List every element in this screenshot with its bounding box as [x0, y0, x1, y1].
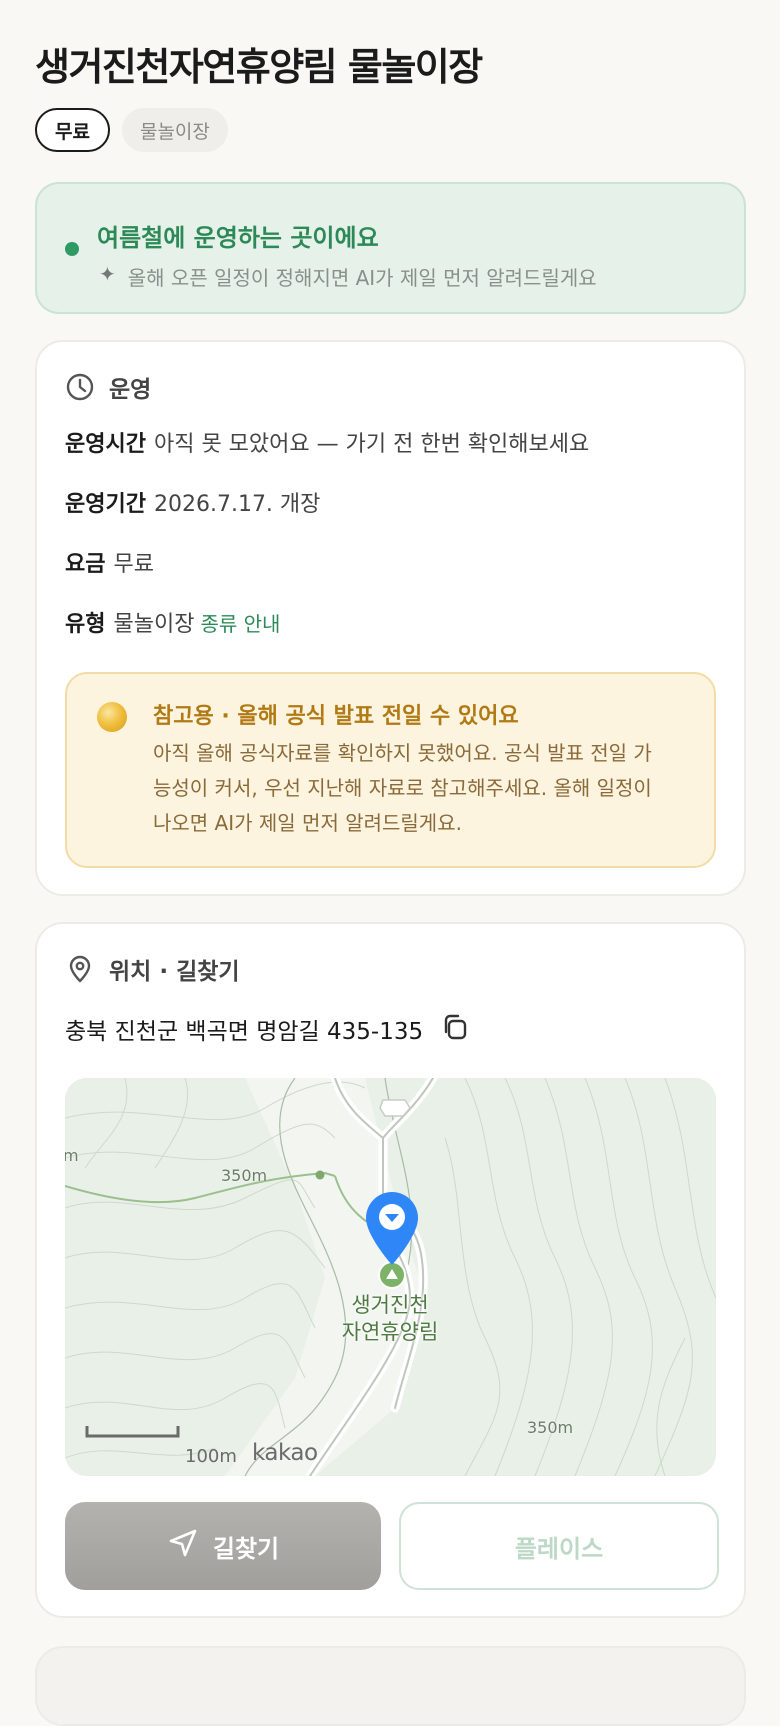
info-row-type: 유형 물놀이장 종류 안내	[65, 606, 280, 638]
map-edge-label: m	[65, 1146, 79, 1165]
operation-header: 운영	[65, 370, 151, 404]
reference-notice-body: 아직 올해 공식자료를 확인하지 못했어요. 공식 발표 전일 가능성이 커서,…	[153, 741, 652, 835]
location-header: 위치 · 길찾기	[65, 952, 240, 986]
type-guide-link[interactable]: 종류 안내	[200, 612, 280, 636]
info-key: 운영시간	[65, 432, 146, 457]
sparkle-icon: ✦	[99, 262, 116, 286]
info-row-period: 운영기간 2026.7.17. 개장	[65, 486, 320, 518]
info-row-hours: 운영시간 아직 못 모았어요 — 가기 전 한번 확인해보세요	[65, 426, 589, 458]
info-row-fee: 요금 무료	[65, 546, 154, 578]
season-notice: 여름철에 운영하는 곳이에요 ✦ 올해 오픈 일정이 정해지면 AI가 제일 먼…	[35, 182, 746, 314]
info-value: 아직 못 모았어요 — 가기 전 한번 확인해보세요	[153, 432, 590, 457]
reference-notice: 참고용 · 올해 공식 발표 전일 수 있어요 아직 올해 공식자료를 확인하지…	[65, 672, 716, 868]
map-elevation-label: 350m	[221, 1166, 268, 1185]
map-scale-label: 100m	[185, 1446, 237, 1467]
address-row: 충북 진천군 백곡면 명암길 435-135	[65, 1012, 469, 1046]
navigate-button-label: 길찾기	[212, 1534, 280, 1563]
season-notice-subtitle: 올해 오픈 일정이 정해지면 AI가 제일 먼저 알려드릴게요	[127, 266, 597, 290]
season-notice-subtitle-row: ✦ 올해 오픈 일정이 정해지면 AI가 제일 먼저 알려드릴게요	[99, 262, 597, 291]
location-card: 위치 · 길찾기 충북 진천군 백곡면 명암길 435-135 m 350m 3…	[35, 922, 746, 1618]
operation-card: 운영 운영시간 아직 못 모았어요 — 가기 전 한번 확인해보세요 운영기간 20…	[35, 340, 746, 896]
info-key: 요금	[65, 552, 106, 577]
place-button[interactable]: 플레이스	[399, 1502, 719, 1590]
address-text[interactable]: 충북 진천군 백곡면 명암길 435-135	[65, 1012, 423, 1046]
place-button-label: 플레이스	[514, 1534, 604, 1563]
map-brand-logo: kakao	[252, 1440, 318, 1466]
map-terrain	[65, 1078, 716, 1476]
map-view[interactable]: m 350m 350m 생거진천 자연휴양림 100m kakao	[65, 1078, 716, 1476]
price-tag[interactable]: 무료	[35, 108, 110, 152]
tag-list: 무료 물놀이장	[35, 108, 228, 152]
info-key: 운영기간	[65, 492, 146, 517]
info-key: 유형	[65, 612, 106, 637]
location-heading: 위치 · 길찾기	[109, 959, 240, 985]
sun-icon	[97, 702, 127, 732]
operation-heading: 운영	[109, 377, 152, 403]
map-place-label[interactable]: 생거진천 자연휴양림	[325, 1292, 455, 1346]
next-card-peek	[35, 1646, 746, 1726]
navigate-button[interactable]: 길찾기	[65, 1502, 381, 1590]
type-tag[interactable]: 물놀이장	[121, 108, 228, 152]
map-elevation-label: 350m	[527, 1418, 574, 1437]
status-dot	[65, 242, 79, 256]
clock-icon	[65, 372, 95, 402]
info-value: 2026.7.17. 개장	[153, 492, 321, 517]
season-notice-title: 여름철에 운영하는 곳이에요	[97, 224, 379, 252]
reference-notice-title: 참고용 · 올해 공식 발표 전일 수 있어요	[153, 704, 519, 729]
page-title: 생거진천자연휴양림 물놀이장	[35, 45, 483, 89]
navigation-arrow-icon	[167, 1527, 199, 1565]
info-value: 무료	[113, 552, 154, 577]
copy-icon[interactable]	[441, 1013, 469, 1045]
info-value: 물놀이장	[113, 612, 195, 637]
map-pin-icon	[65, 954, 95, 984]
